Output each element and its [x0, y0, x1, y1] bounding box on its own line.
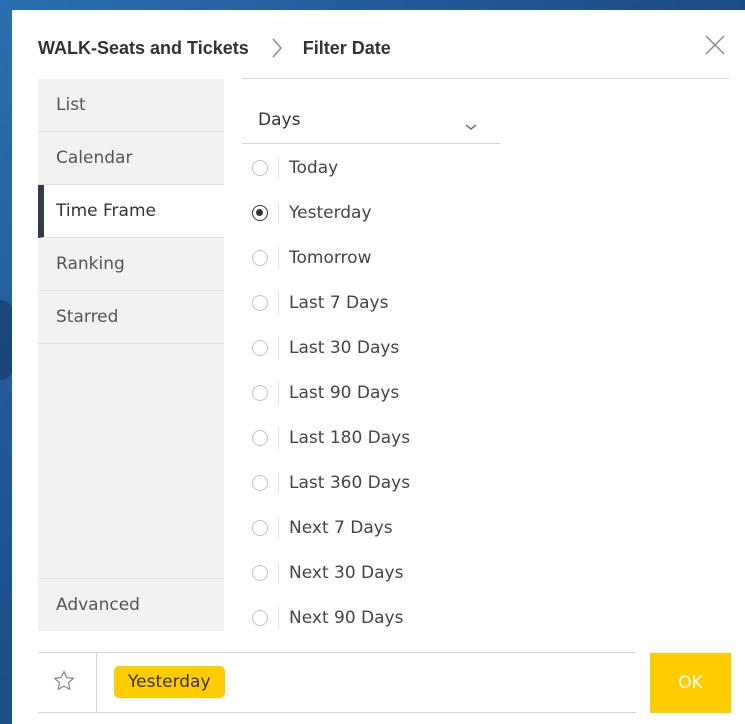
- radio-option[interactable]: Last 180 Days: [252, 423, 410, 453]
- radio-option-label: Last 180 Days: [289, 428, 411, 448]
- option-separator: [278, 157, 279, 179]
- radio-unchecked-icon[interactable]: [252, 385, 268, 401]
- header-divider: [242, 78, 729, 79]
- option-separator: [278, 472, 279, 494]
- radio-option-label: Today: [289, 158, 339, 178]
- option-separator: [278, 427, 279, 449]
- radio-unchecked-icon[interactable]: [252, 520, 268, 536]
- chevron-right-icon: [267, 36, 287, 60]
- sidebar-item-label: List: [56, 95, 86, 115]
- radio-unchecked-icon[interactable]: [252, 430, 268, 446]
- radio-option[interactable]: Last 360 Days: [252, 468, 410, 498]
- sidebar-item-label: Starred: [56, 307, 119, 327]
- radio-option-label: Next 90 Days: [289, 608, 404, 628]
- radio-option-label: Next 7 Days: [289, 518, 393, 538]
- sidebar-item-list[interactable]: List: [38, 79, 224, 132]
- footer-divider-top: [38, 652, 636, 653]
- chevron-down-icon: [464, 117, 478, 130]
- star-icon[interactable]: [52, 669, 76, 693]
- filter-type-sidebar: List Calendar Time Frame Ranking Starred…: [38, 79, 224, 631]
- unit-dropdown[interactable]: Days: [242, 102, 500, 144]
- radio-unchecked-icon[interactable]: [252, 610, 268, 626]
- radio-option[interactable]: Next 30 Days: [252, 558, 403, 588]
- radio-unchecked-icon[interactable]: [252, 340, 268, 356]
- radio-unchecked-icon[interactable]: [252, 250, 268, 266]
- sidebar-item-starred[interactable]: Starred: [38, 291, 224, 344]
- option-separator: [278, 382, 279, 404]
- radio-option[interactable]: Next 90 Days: [252, 603, 403, 633]
- radio-unchecked-icon[interactable]: [252, 475, 268, 491]
- radio-unchecked-icon[interactable]: [252, 565, 268, 581]
- unit-dropdown-value: Days: [258, 110, 301, 130]
- ok-button[interactable]: OK: [650, 653, 731, 713]
- selected-value-chip[interactable]: Yesterday: [114, 666, 225, 698]
- radio-checked-icon[interactable]: [252, 205, 268, 221]
- radio-option-label: Last 360 Days: [289, 473, 411, 493]
- radio-option[interactable]: Last 7 Days: [252, 288, 388, 318]
- radio-option-label: Tomorrow: [289, 248, 372, 268]
- breadcrumb-current: Filter Date: [302, 37, 391, 58]
- radio-option[interactable]: Yesterday: [252, 198, 372, 228]
- option-separator: [278, 202, 279, 224]
- radio-option[interactable]: Last 30 Days: [252, 333, 399, 363]
- sidebar-item-label: Calendar: [56, 148, 133, 168]
- sidebar-item-label: Ranking: [56, 254, 125, 274]
- radio-unchecked-icon[interactable]: [252, 295, 268, 311]
- sidebar-item-ranking[interactable]: Ranking: [38, 238, 224, 291]
- option-separator: [278, 562, 279, 584]
- radio-option-label: Next 30 Days: [289, 563, 404, 583]
- option-separator: [278, 247, 279, 269]
- radio-option-label: Last 30 Days: [289, 338, 400, 358]
- option-separator: [278, 292, 279, 314]
- option-separator: [278, 517, 279, 539]
- radio-option[interactable]: Tomorrow: [252, 243, 371, 273]
- footer-separator: [96, 653, 97, 712]
- close-icon[interactable]: [702, 32, 728, 58]
- filter-date-dialog: WALK-Seats and Tickets Filter Date List …: [12, 10, 745, 724]
- sidebar-item-time-frame[interactable]: Time Frame: [38, 185, 224, 238]
- option-separator: [278, 607, 279, 629]
- option-separator: [278, 337, 279, 359]
- radio-option-label: Last 7 Days: [289, 293, 389, 313]
- footer-divider-bottom: [38, 712, 636, 713]
- sidebar-item-label: Advanced: [56, 595, 140, 615]
- sidebar-item-label: Time Frame: [56, 201, 156, 221]
- sidebar-item-advanced[interactable]: Advanced: [38, 578, 224, 631]
- breadcrumb-root[interactable]: WALK-Seats and Tickets: [38, 38, 249, 59]
- radio-unchecked-icon[interactable]: [252, 160, 268, 176]
- radio-option[interactable]: Last 90 Days: [252, 378, 399, 408]
- radio-option[interactable]: Today: [252, 153, 338, 183]
- radio-option-label: Last 90 Days: [289, 383, 400, 403]
- breadcrumb: WALK-Seats and Tickets Filter Date: [38, 36, 391, 60]
- radio-option[interactable]: Next 7 Days: [252, 513, 393, 543]
- sidebar-item-calendar[interactable]: Calendar: [38, 132, 224, 185]
- radio-option-label: Yesterday: [289, 203, 372, 223]
